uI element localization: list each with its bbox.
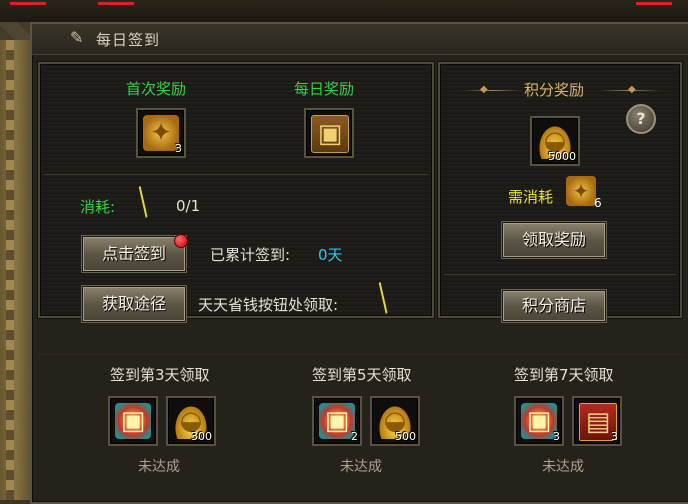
need-consume-label: 需消耗 [508, 188, 554, 206]
obtain-method-button[interactable]: 获取途径 [82, 286, 186, 322]
first-reward-slot[interactable]: ✦ 3 [136, 108, 186, 158]
consume-label: 消耗: [80, 198, 116, 216]
milestone-item-slot[interactable]: ▣ [108, 396, 158, 446]
item-count: 2 [351, 430, 358, 443]
help-button[interactable]: ? [626, 104, 656, 134]
hp-bar [98, 2, 134, 5]
milestone-item-slot[interactable]: ▣ 3 [514, 396, 564, 446]
points-reward-slot[interactable]: ◒ 5000 [530, 116, 580, 166]
item-count: 5000 [548, 150, 576, 163]
obtain-hint: 天天省钱按钮处领取: [198, 296, 339, 314]
milestone-item-slot[interactable]: ◒ 300 [166, 396, 216, 446]
item-count: 300 [191, 430, 212, 443]
first-reward-label: 首次奖励 [126, 80, 187, 98]
claim-reward-button[interactable]: 领取奖励 [502, 222, 606, 258]
scroll-icon: ✦ [143, 115, 179, 151]
sign-in-button[interactable]: 点击签到 [82, 236, 186, 272]
ornament-icon: ◆ [628, 84, 636, 95]
treasure-chest-icon: ▣ [319, 403, 355, 439]
points-shop-button[interactable]: 积分商店 [502, 290, 606, 322]
consume-value: 0/1 [176, 197, 201, 215]
ornament-line [462, 90, 522, 91]
milestone-label: 签到第7天领取 [514, 366, 614, 384]
milestone-status: 未达成 [542, 459, 584, 475]
milestone-label: 签到第3天领取 [110, 366, 210, 384]
divider [444, 274, 676, 275]
need-item[interactable]: ✦ 6 [566, 176, 602, 212]
title-bar[interactable]: ✎ 每日签到 [32, 24, 688, 55]
feather-icon: ✎ [70, 28, 84, 47]
milestone-item-slot[interactable]: ▣ 2 [312, 396, 362, 446]
item-count: 3 [611, 430, 618, 443]
milestone-status: 未达成 [138, 459, 180, 475]
milestone-status: 未达成 [340, 459, 382, 475]
accumulated-value: 0天 [318, 246, 343, 264]
points-panel: ◆ 积分奖励 ◆ ? ◒ 5000 需消耗 ✦ 6 领取奖励 积分商店 [438, 62, 682, 322]
item-count: 500 [395, 430, 416, 443]
firecracker-icon[interactable]: ╱ [369, 283, 398, 314]
hp-bar [636, 2, 672, 5]
scroll-icon: ✦ [566, 176, 596, 206]
points-reward-title: 积分奖励 [524, 81, 585, 99]
hp-bar [10, 2, 46, 5]
treasure-chest-icon: ▣ [521, 403, 557, 439]
window-title: 每日签到 [96, 31, 161, 49]
divider [44, 174, 428, 175]
milestone-label: 签到第5天领取 [312, 366, 412, 384]
need-count: 6 [594, 196, 602, 210]
item-count: 3 [175, 142, 182, 155]
daily-signin-window: ✎ 每日签到 首次奖励 每日奖励 ✦ 3 ▣ 消耗: ╱ 0/1 点击签到 已累… [30, 22, 688, 504]
treasure-chest-icon: ▣ [115, 403, 151, 439]
item-count: 3 [553, 430, 560, 443]
accumulated-label: 已累计签到: [210, 246, 291, 264]
divider [38, 354, 684, 355]
milestone-item-slot[interactable]: ▤ 3 [572, 396, 622, 446]
firecracker-icon: ╱ [128, 186, 158, 218]
notification-badge [174, 234, 188, 248]
signin-panel: 首次奖励 每日奖励 ✦ 3 ▣ 消耗: ╱ 0/1 点击签到 已累计签到: 0天… [38, 62, 434, 322]
daily-reward-label: 每日奖励 [294, 80, 355, 98]
chest-icon: ▣ [311, 115, 349, 153]
top-status-bar [0, 0, 688, 22]
milestone-item-slot[interactable]: ◒ 500 [370, 396, 420, 446]
daily-reward-slot[interactable]: ▣ [304, 108, 354, 158]
ornament-icon: ◆ [480, 84, 488, 95]
